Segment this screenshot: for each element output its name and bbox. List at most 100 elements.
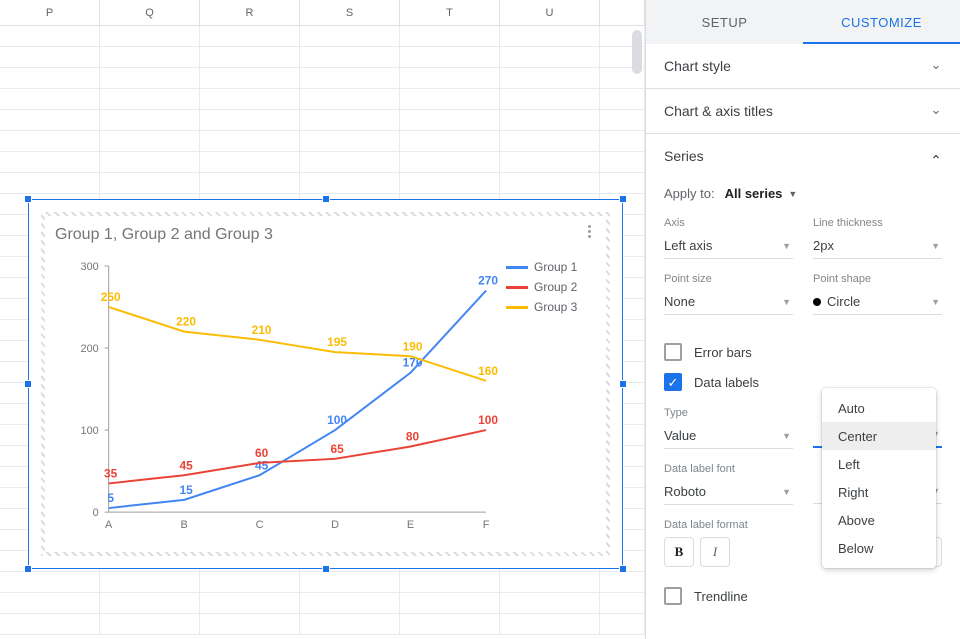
grid-cell[interactable]: [100, 110, 200, 130]
italic-button[interactable]: I: [700, 537, 730, 567]
grid-cell[interactable]: [0, 68, 100, 88]
legend-item[interactable]: Group 2: [506, 280, 596, 294]
grid-cell[interactable]: [600, 572, 645, 592]
data-label-font-dropdown[interactable]: Roboto ▼: [664, 479, 793, 505]
position-option[interactable]: Right: [822, 478, 936, 506]
grid-cell[interactable]: [200, 89, 300, 109]
grid-cell[interactable]: [400, 152, 500, 172]
grid-cell[interactable]: [0, 173, 100, 193]
grid-cell[interactable]: [500, 110, 600, 130]
type-dropdown[interactable]: Value ▼: [664, 423, 793, 449]
grid-cell[interactable]: [200, 614, 300, 634]
grid-cell[interactable]: [100, 614, 200, 634]
grid-cell[interactable]: [100, 26, 200, 46]
chart-menu-icon[interactable]: [580, 222, 598, 240]
chart-plot-area[interactable]: 0100200300ABCDEF515451001702703545606580…: [59, 256, 496, 534]
resize-handle-se[interactable]: [619, 565, 627, 573]
grid-cell[interactable]: [500, 89, 600, 109]
trendline-checkbox[interactable]: [664, 587, 682, 605]
column-header[interactable]: [600, 0, 645, 25]
grid-cell[interactable]: [600, 110, 645, 130]
grid-cell[interactable]: [200, 26, 300, 46]
legend-item[interactable]: Group 1: [506, 260, 596, 274]
grid-cell[interactable]: [400, 131, 500, 151]
grid-cell[interactable]: [500, 26, 600, 46]
grid-cell[interactable]: [300, 26, 400, 46]
grid-cell[interactable]: [600, 89, 645, 109]
grid-cell[interactable]: [300, 614, 400, 634]
grid-cell[interactable]: [300, 593, 400, 613]
grid-cell[interactable]: [400, 173, 500, 193]
apply-to-dropdown[interactable]: All series ▼: [725, 186, 798, 201]
grid-cell[interactable]: [500, 152, 600, 172]
grid-cell[interactable]: [200, 131, 300, 151]
grid-cell[interactable]: [500, 173, 600, 193]
resize-handle-e[interactable]: [619, 380, 627, 388]
axis-dropdown[interactable]: Left axis ▼: [664, 233, 793, 259]
grid-cell[interactable]: [200, 68, 300, 88]
grid-cell[interactable]: [200, 593, 300, 613]
column-header[interactable]: U: [500, 0, 600, 25]
column-header[interactable]: S: [300, 0, 400, 25]
grid-cell[interactable]: [100, 152, 200, 172]
grid-cell[interactable]: [400, 89, 500, 109]
line-thickness-dropdown[interactable]: 2px ▼: [813, 233, 942, 259]
column-header[interactable]: T: [400, 0, 500, 25]
grid-cell[interactable]: [0, 152, 100, 172]
resize-handle-s[interactable]: [322, 565, 330, 573]
grid-cell[interactable]: [400, 572, 500, 592]
section-series[interactable]: Series: [664, 134, 942, 178]
grid-cell[interactable]: [600, 131, 645, 151]
grid-cell[interactable]: [0, 26, 100, 46]
grid-cell[interactable]: [400, 614, 500, 634]
resize-handle-ne[interactable]: [619, 195, 627, 203]
resize-handle-nw[interactable]: [24, 195, 32, 203]
scrollbar-thumb[interactable]: [632, 30, 642, 74]
grid-cell[interactable]: [0, 614, 100, 634]
grid-cell[interactable]: [0, 47, 100, 67]
grid-cell[interactable]: [100, 173, 200, 193]
grid-cell[interactable]: [600, 173, 645, 193]
grid-cell[interactable]: [300, 131, 400, 151]
grid-cell[interactable]: [300, 68, 400, 88]
resize-handle-w[interactable]: [24, 380, 32, 388]
grid-cell[interactable]: [0, 572, 100, 592]
point-shape-dropdown[interactable]: Circle ▼: [813, 289, 942, 315]
position-option[interactable]: Center: [822, 422, 936, 450]
point-size-dropdown[interactable]: None ▼: [664, 289, 793, 315]
error-bars-checkbox[interactable]: [664, 343, 682, 361]
grid-cell[interactable]: [300, 173, 400, 193]
position-dropdown-menu[interactable]: AutoCenterLeftRightAboveBelow: [822, 388, 936, 568]
grid-cell[interactable]: [500, 572, 600, 592]
grid-cell[interactable]: [100, 68, 200, 88]
grid-cell[interactable]: [300, 110, 400, 130]
grid-cell[interactable]: [600, 593, 645, 613]
grid-cell[interactable]: [200, 152, 300, 172]
position-option[interactable]: Left: [822, 450, 936, 478]
vertical-scrollbar[interactable]: [630, 26, 644, 86]
tab-setup[interactable]: SETUP: [646, 0, 803, 44]
grid-cell[interactable]: [200, 572, 300, 592]
chart-object[interactable]: Group 1, Group 2 and Group 3 Group 1Grou…: [28, 199, 623, 569]
grid-cell[interactable]: [200, 110, 300, 130]
grid-cell[interactable]: [500, 68, 600, 88]
grid-cell[interactable]: [500, 593, 600, 613]
grid-cell[interactable]: [300, 89, 400, 109]
resize-handle-sw[interactable]: [24, 565, 32, 573]
grid-cell[interactable]: [300, 47, 400, 67]
grid-cell[interactable]: [500, 47, 600, 67]
grid-cell[interactable]: [100, 593, 200, 613]
grid-cell[interactable]: [600, 614, 645, 634]
grid-cell[interactable]: [400, 68, 500, 88]
grid-cell[interactable]: [200, 173, 300, 193]
grid-cell[interactable]: [300, 572, 400, 592]
grid-cell[interactable]: [100, 572, 200, 592]
grid-cell[interactable]: [0, 131, 100, 151]
tab-customize[interactable]: CUSTOMIZE: [803, 0, 960, 44]
grid-cell[interactable]: [300, 152, 400, 172]
position-option[interactable]: Above: [822, 506, 936, 534]
column-header[interactable]: P: [0, 0, 100, 25]
chart-legend[interactable]: Group 1Group 2Group 3: [506, 260, 596, 320]
grid-cell[interactable]: [400, 593, 500, 613]
resize-handle-n[interactable]: [322, 195, 330, 203]
